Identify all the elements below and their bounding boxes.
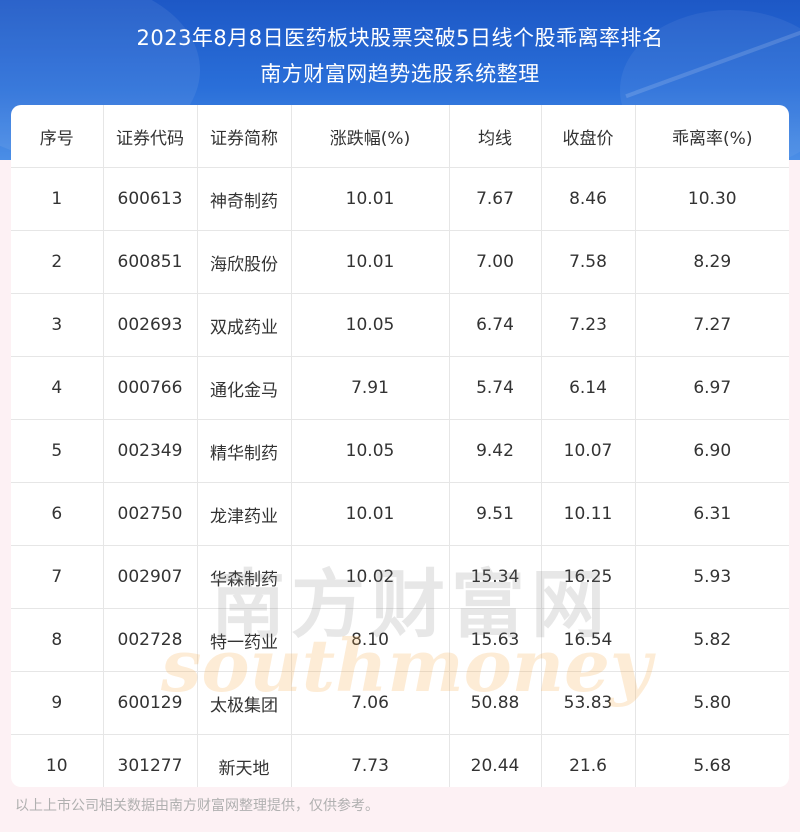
code-cell: 002907: [103, 545, 198, 609]
bias-cell: 6.90: [635, 419, 789, 483]
change-cell: 10.01: [291, 482, 450, 546]
table-header-row: 序号 证券代码 证券简称 涨跌幅(%) 均线 收盘价 乖离率(%): [11, 105, 789, 168]
name-cell: 通化金马: [197, 356, 292, 420]
code-cell: 002693: [103, 293, 198, 357]
ma-cell: 20.44: [449, 734, 542, 787]
close-cell: 8.46: [541, 167, 636, 231]
close-cell: 10.07: [541, 419, 636, 483]
code-cell: 600613: [103, 167, 198, 231]
bias-cell: 8.29: [635, 230, 789, 294]
change-cell: 10.01: [291, 167, 450, 231]
table-row: 2 600851 海欣股份 10.01 7.00 7.58 8.29: [11, 230, 789, 294]
name-cell: 华森制药: [197, 545, 292, 609]
rank-cell: 8: [11, 608, 104, 672]
footer-disclaimer: 以上上市公司相关数据由南方财富网整理提供，仅供参考。: [15, 798, 379, 814]
change-cell: 8.10: [291, 608, 450, 672]
close-cell: 7.23: [541, 293, 636, 357]
ma-cell: 5.74: [449, 356, 542, 420]
ma-cell: 15.34: [449, 545, 542, 609]
table-row: 5 002349 精华制药 10.05 9.42 10.07 6.90: [11, 419, 789, 483]
name-cell: 神奇制药: [197, 167, 292, 231]
bias-cell: 5.82: [635, 608, 789, 672]
name-cell: 海欣股份: [197, 230, 292, 294]
bias-cell: 6.97: [635, 356, 789, 420]
rank-cell: 10: [11, 734, 104, 787]
ma-cell: 15.63: [449, 608, 542, 672]
close-cell: 16.25: [541, 545, 636, 609]
name-cell: 新天地: [197, 734, 292, 787]
rank-cell: 9: [11, 671, 104, 735]
rank-cell: 3: [11, 293, 104, 357]
ma-cell: 9.51: [449, 482, 542, 546]
rank-cell: 1: [11, 167, 104, 231]
column-header-rank: 序号: [11, 105, 104, 168]
bias-cell: 5.93: [635, 545, 789, 609]
close-cell: 53.83: [541, 671, 636, 735]
table-row: 6 002750 龙津药业 10.01 9.51 10.11 6.31: [11, 482, 789, 546]
code-cell: 600129: [103, 671, 198, 735]
column-header-change: 涨跌幅(%): [291, 105, 450, 168]
ma-cell: 6.74: [449, 293, 542, 357]
rank-cell: 5: [11, 419, 104, 483]
ma-cell: 50.88: [449, 671, 542, 735]
rank-cell: 7: [11, 545, 104, 609]
ma-cell: 7.00: [449, 230, 542, 294]
code-cell: 002728: [103, 608, 198, 672]
column-header-bias: 乖离率(%): [635, 105, 789, 168]
change-cell: 7.06: [291, 671, 450, 735]
column-header-code: 证券代码: [103, 105, 198, 168]
close-cell: 16.54: [541, 608, 636, 672]
close-cell: 6.14: [541, 356, 636, 420]
ranking-table: 序号 证券代码 证券简称 涨跌幅(%) 均线 收盘价 乖离率(%) 1 60061…: [11, 105, 789, 787]
change-cell: 7.91: [291, 356, 450, 420]
bias-cell: 6.31: [635, 482, 789, 546]
bias-cell: 7.27: [635, 293, 789, 357]
close-cell: 10.11: [541, 482, 636, 546]
table-row: 9 600129 太极集团 7.06 50.88 53.83 5.80: [11, 671, 789, 735]
page-subtitle: 南方财富网趋势选股系统整理: [260, 62, 540, 86]
table-row: 3 002693 双成药业 10.05 6.74 7.23 7.27: [11, 293, 789, 357]
change-cell: 10.05: [291, 419, 450, 483]
rank-cell: 2: [11, 230, 104, 294]
name-cell: 精华制药: [197, 419, 292, 483]
table-row: 10 301277 新天地 7.73 20.44 21.6 5.68: [11, 734, 789, 787]
column-header-ma: 均线: [449, 105, 542, 168]
rank-cell: 6: [11, 482, 104, 546]
rank-cell: 4: [11, 356, 104, 420]
table-row: 1 600613 神奇制药 10.01 7.67 8.46 10.30: [11, 167, 789, 231]
code-cell: 301277: [103, 734, 198, 787]
ma-cell: 7.67: [449, 167, 542, 231]
close-cell: 7.58: [541, 230, 636, 294]
bias-cell: 5.80: [635, 671, 789, 735]
code-cell: 000766: [103, 356, 198, 420]
code-cell: 002750: [103, 482, 198, 546]
table-row: 4 000766 通化金马 7.91 5.74 6.14 6.97: [11, 356, 789, 420]
change-cell: 10.02: [291, 545, 450, 609]
name-cell: 双成药业: [197, 293, 292, 357]
change-cell: 7.73: [291, 734, 450, 787]
name-cell: 太极集团: [197, 671, 292, 735]
code-cell: 002349: [103, 419, 198, 483]
bias-cell: 10.30: [635, 167, 789, 231]
page-title: 2023年8月8日医药板块股票突破5日线个股乖离率排名: [136, 26, 664, 50]
code-cell: 600851: [103, 230, 198, 294]
column-header-close: 收盘价: [541, 105, 636, 168]
table-row: 8 002728 特一药业 8.10 15.63 16.54 5.82: [11, 608, 789, 672]
column-header-name: 证券简称: [197, 105, 292, 168]
ma-cell: 9.42: [449, 419, 542, 483]
table-card: 序号 证券代码 证券简称 涨跌幅(%) 均线 收盘价 乖离率(%) 1 60061…: [11, 105, 789, 787]
table-row: 7 002907 华森制药 10.02 15.34 16.25 5.93: [11, 545, 789, 609]
bias-cell: 5.68: [693, 756, 732, 776]
close-cell: 21.6: [541, 734, 636, 787]
change-cell: 10.05: [291, 293, 450, 357]
name-cell: 特一药业: [197, 608, 292, 672]
change-cell: 10.01: [291, 230, 450, 294]
name-cell: 龙津药业: [197, 482, 292, 546]
